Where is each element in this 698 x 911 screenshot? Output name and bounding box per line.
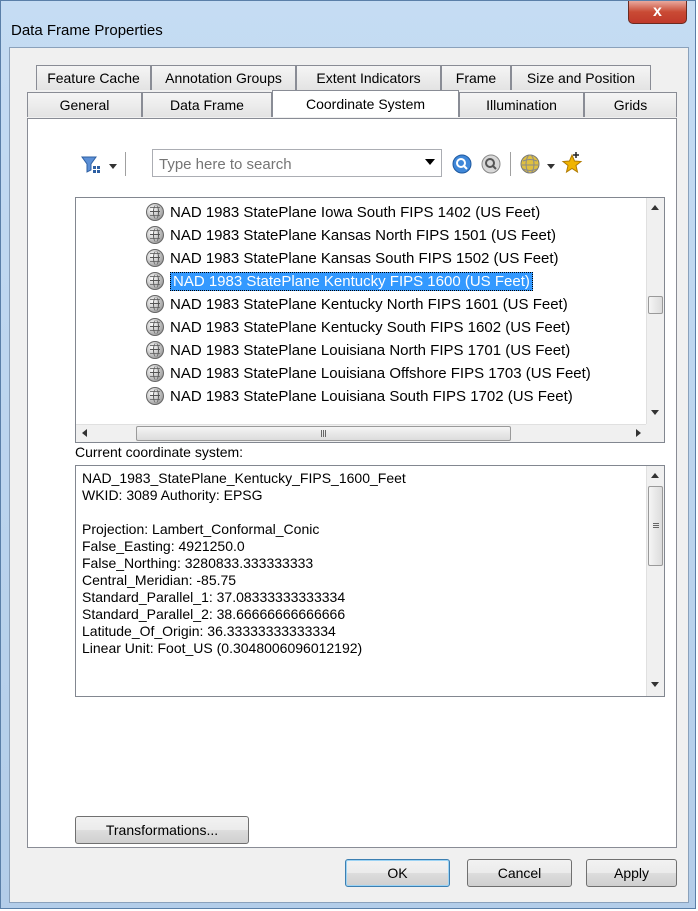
toolbar-separator	[125, 152, 126, 176]
scroll-up-arrow-icon[interactable]	[651, 473, 659, 478]
list-item[interactable]: NAD 1983 StatePlane Kansas South FIPS 15…	[146, 247, 559, 269]
coordinate-system-panel: NAD 1983 StatePlane Iowa South FIPS 1402…	[27, 118, 677, 848]
list-item[interactable]: NAD 1983 StatePlane Kentucky North FIPS …	[146, 293, 568, 315]
filter-icon[interactable]	[81, 155, 103, 175]
search-input[interactable]	[157, 153, 416, 175]
list-horizontal-scrollbar[interactable]	[76, 424, 647, 442]
scroll-thumb[interactable]	[648, 486, 663, 566]
search-icon[interactable]	[451, 153, 473, 175]
search-dropdown-arrow-icon[interactable]	[425, 159, 435, 165]
apply-button[interactable]: Apply	[586, 859, 677, 887]
list-item[interactable]: NAD 1983 StatePlane Louisiana South FIPS…	[146, 385, 573, 407]
cancel-button[interactable]: Cancel	[467, 859, 572, 887]
scroll-down-arrow-icon[interactable]	[651, 682, 659, 687]
text-line: Standard_Parallel_1: 37.08333333333334	[82, 589, 346, 605]
tab-feature-cache[interactable]: Feature Cache	[36, 65, 151, 90]
filter-dropdown-arrow-icon[interactable]	[109, 164, 117, 169]
scroll-right-arrow-icon[interactable]	[636, 429, 641, 437]
scroll-down-arrow-icon[interactable]	[651, 410, 659, 415]
dialog-window: Data Frame Properties x Feature Cache An…	[0, 0, 696, 909]
text-vertical-scrollbar[interactable]	[646, 466, 664, 696]
ok-button[interactable]: OK	[345, 859, 450, 887]
scroll-left-arrow-icon[interactable]	[82, 429, 87, 437]
text-line: False_Easting: 4921250.0	[82, 538, 245, 554]
list-item[interactable]: NAD 1983 StatePlane Kentucky South FIPS …	[146, 316, 570, 338]
scroll-thumb[interactable]	[648, 296, 663, 314]
tab-general[interactable]: General	[27, 92, 142, 117]
globe-icon	[146, 341, 164, 359]
scroll-up-arrow-icon[interactable]	[651, 205, 659, 210]
tab-illumination[interactable]: Illumination	[459, 92, 584, 117]
text-line: Linear Unit: Foot_US (0.3048006096012192…	[82, 640, 363, 656]
globe-icon	[146, 318, 164, 336]
tab-frame[interactable]: Frame	[441, 65, 511, 90]
add-favorite-icon[interactable]	[561, 151, 583, 175]
current-coordinate-system-text[interactable]: NAD_1983_StatePlane_Kentucky_FIPS_1600_F…	[75, 465, 665, 697]
text-line: False_Northing: 3280833.333333333	[82, 555, 314, 571]
list-item[interactable]: NAD 1983 StatePlane Kansas North FIPS 15…	[146, 224, 556, 246]
list-item[interactable]: NAD 1983 StatePlane Louisiana Offshore F…	[146, 362, 591, 384]
toolbar-separator	[510, 152, 511, 176]
text-line: WKID: 3089 Authority: EPSG	[82, 487, 263, 503]
tab-size-and-position[interactable]: Size and Position	[511, 65, 651, 90]
close-button[interactable]: x	[628, 1, 687, 24]
globe-icon	[146, 203, 164, 221]
text-line: NAD_1983_StatePlane_Kentucky_FIPS_1600_F…	[82, 470, 406, 486]
tab-annotation-groups[interactable]: Annotation Groups	[151, 65, 296, 90]
scroll-grip	[321, 430, 322, 437]
close-icon: x	[653, 3, 662, 20]
list-item[interactable]: NAD 1983 StatePlane Iowa South FIPS 1402…	[146, 201, 540, 223]
tab-grids[interactable]: Grids	[584, 92, 677, 117]
text-line: Standard_Parallel_2: 38.66666666666666	[82, 606, 346, 622]
window-title: Data Frame Properties	[11, 22, 163, 39]
text-line: Latitude_Of_Origin: 36.33333333333334	[82, 623, 336, 639]
current-coordinate-system-label: Current coordinate system:	[75, 444, 244, 460]
tab-extent-indicators[interactable]: Extent Indicators	[296, 65, 441, 90]
globe-icon	[146, 387, 164, 405]
globe-icon	[146, 364, 164, 382]
tab-coordinate-system[interactable]: Coordinate System	[272, 90, 459, 117]
search-options-icon[interactable]	[480, 153, 502, 175]
coordinate-system-list[interactable]: NAD 1983 StatePlane Iowa South FIPS 1402…	[75, 197, 665, 443]
list-item[interactable]: NAD 1983 StatePlane Louisiana North FIPS…	[146, 339, 570, 361]
globe-icon	[146, 226, 164, 244]
list-item-selected[interactable]: NAD 1983 StatePlane Kentucky FIPS 1600 (…	[146, 270, 533, 292]
horizontal-scroll-thumb[interactable]	[136, 426, 511, 441]
scrollbar-corner	[646, 424, 664, 442]
globe-icon	[146, 272, 164, 290]
title-bar: Data Frame Properties x	[1, 1, 695, 47]
globe-icon[interactable]	[519, 153, 541, 175]
globe-icon	[146, 249, 164, 267]
transformations-button[interactable]: Transformations...	[75, 816, 249, 844]
dialog-client: Feature Cache Annotation Groups Extent I…	[9, 47, 689, 903]
globe-dropdown-arrow-icon[interactable]	[547, 164, 555, 169]
list-vertical-scrollbar[interactable]	[646, 198, 664, 425]
text-line: Central_Meridian: -85.75	[82, 572, 237, 588]
text-line: Projection: Lambert_Conformal_Conic	[82, 521, 320, 537]
scroll-grip	[653, 523, 659, 524]
tab-data-frame[interactable]: Data Frame	[142, 92, 272, 117]
globe-icon	[146, 295, 164, 313]
search-box[interactable]	[152, 149, 442, 177]
